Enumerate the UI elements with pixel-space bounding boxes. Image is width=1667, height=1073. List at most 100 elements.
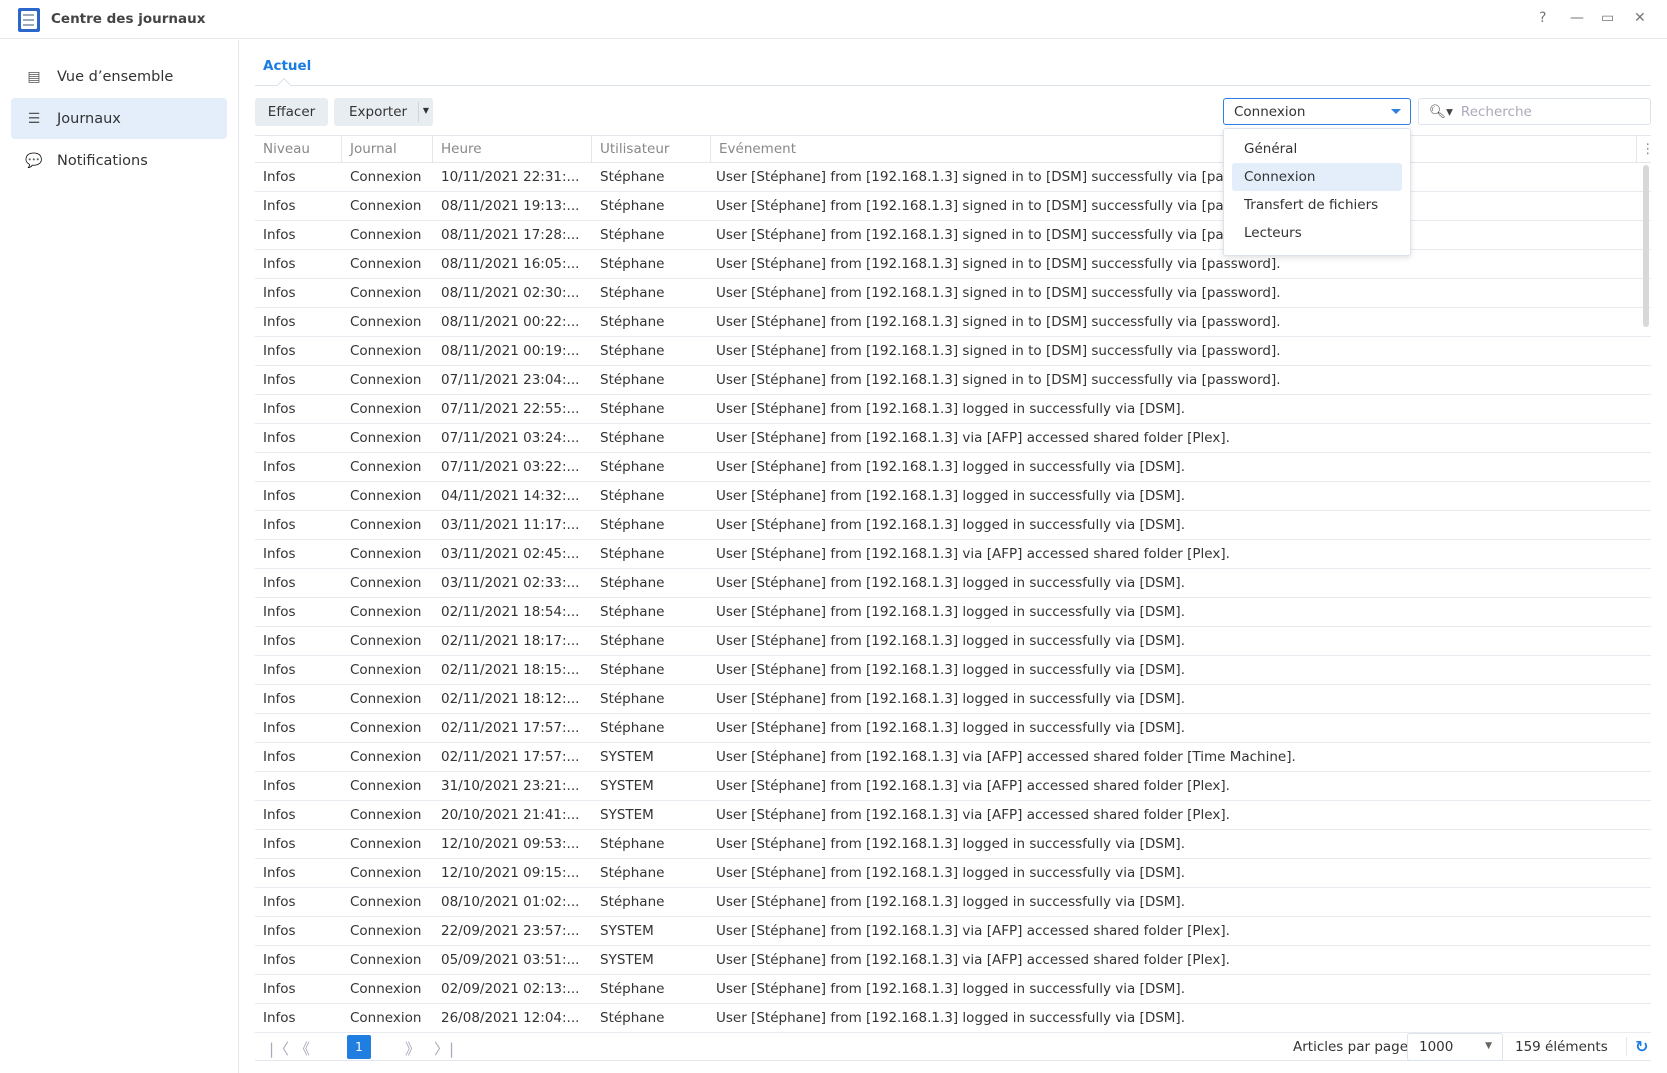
menu-item-drives[interactable]: Lecteurs bbox=[1232, 219, 1402, 247]
sidebar-item-notifications[interactable]: 💬 Notifications bbox=[11, 140, 227, 181]
table-row[interactable]: Infos Connexion 02/11/2021 17:57:... Stépha… bbox=[255, 714, 1651, 743]
table-row[interactable]: Infos Connexion 04/11/2021 14:32:... Stépha… bbox=[255, 482, 1651, 511]
next-page-icon[interactable]: 》 bbox=[405, 1038, 420, 1059]
cell-user: SYSTEM bbox=[600, 952, 654, 968]
cell-time: 02/11/2021 18:12:... bbox=[441, 691, 580, 707]
clear-button[interactable]: Effacer bbox=[255, 98, 328, 126]
sidebar-item-label: Notifications bbox=[57, 152, 148, 169]
sidebar-item-overview[interactable]: ▤ Vue d’ensemble bbox=[11, 56, 227, 97]
maximize-icon[interactable]: ▭ bbox=[1601, 10, 1614, 26]
pagination: |〈 《 1 》 〉| Articles par page 1000 ▼ 159 … bbox=[255, 1033, 1651, 1061]
title-bar: Centre des journaux ? — ▭ ✕ bbox=[0, 0, 1667, 39]
first-page-icon[interactable]: |〈 bbox=[269, 1038, 289, 1059]
column-header-log[interactable]: Journal bbox=[342, 136, 433, 162]
cell-event: User [Stéphane] from [192.168.1.3] logge… bbox=[716, 604, 1185, 620]
cell-log: Connexion bbox=[350, 604, 422, 620]
table-row[interactable]: Infos Connexion 02/09/2021 02:13:... Stépha… bbox=[255, 975, 1651, 1004]
cell-log: Connexion bbox=[350, 285, 422, 301]
table-row[interactable]: Infos Connexion 02/11/2021 18:12:... Stépha… bbox=[255, 685, 1651, 714]
table-row[interactable]: Infos Connexion 10/11/2021 22:31:... Stépha… bbox=[255, 163, 1651, 192]
cell-level: Infos bbox=[263, 401, 296, 417]
last-page-icon[interactable]: 〉| bbox=[434, 1038, 454, 1059]
cell-user: Stéphane bbox=[600, 662, 665, 678]
cell-log: Connexion bbox=[350, 488, 422, 504]
cell-time: 08/11/2021 00:19:... bbox=[441, 343, 580, 359]
cell-level: Infos bbox=[263, 604, 296, 620]
cell-time: 02/11/2021 17:57:... bbox=[441, 749, 580, 765]
table-row[interactable]: Infos Connexion 22/09/2021 23:57:... SYSTEM… bbox=[255, 917, 1651, 946]
page-1-button[interactable]: 1 bbox=[347, 1035, 371, 1059]
cell-time: 08/11/2021 17:28:... bbox=[441, 227, 580, 243]
cell-log: Connexion bbox=[350, 517, 422, 533]
export-dropdown-icon[interactable]: ▼ bbox=[418, 102, 433, 122]
table-row[interactable]: Infos Connexion 03/11/2021 02:33:... Stépha… bbox=[255, 569, 1651, 598]
column-header-user[interactable]: Utilisateur bbox=[592, 136, 711, 162]
cell-log: Connexion bbox=[350, 401, 422, 417]
cell-log: Connexion bbox=[350, 169, 422, 185]
previous-page-icon[interactable]: 《 bbox=[295, 1038, 310, 1059]
per-page-value: 1000 bbox=[1419, 1039, 1454, 1055]
menu-item-general[interactable]: Général bbox=[1232, 135, 1402, 163]
cell-time: 22/09/2021 23:57:... bbox=[441, 923, 580, 939]
table-row[interactable]: Infos Connexion 31/10/2021 23:21:... SYSTEM… bbox=[255, 772, 1651, 801]
table-row[interactable]: Infos Connexion 08/11/2021 00:19:... Stépha… bbox=[255, 337, 1651, 366]
cell-log: Connexion bbox=[350, 459, 422, 475]
search-field[interactable]: 🔍︎▾ Recherche bbox=[1418, 98, 1651, 125]
per-page-label: Articles par page bbox=[1293, 1039, 1409, 1055]
cell-event: User [Stéphane] from [192.168.1.3] logge… bbox=[716, 662, 1185, 678]
tab-divider bbox=[255, 85, 1651, 86]
cell-event: User [Stéphane] from [192.168.1.3] signe… bbox=[716, 256, 1281, 272]
table-row[interactable]: Infos Connexion 08/11/2021 02:30:... Stépha… bbox=[255, 279, 1651, 308]
search-icon[interactable]: 🔍︎▾ bbox=[1429, 104, 1453, 120]
table-row[interactable]: Infos Connexion 08/11/2021 17:28:... Stépha… bbox=[255, 221, 1651, 250]
help-icon[interactable]: ? bbox=[1539, 10, 1546, 26]
scrollbar[interactable] bbox=[1643, 165, 1649, 327]
chat-icon: 💬 bbox=[25, 152, 43, 169]
tab-current[interactable]: Actuel bbox=[263, 58, 311, 74]
cell-time: 02/11/2021 18:15:... bbox=[441, 662, 580, 678]
cell-event: User [Stéphane] from [192.168.1.3] logge… bbox=[716, 517, 1185, 533]
table-row[interactable]: Infos Connexion 08/11/2021 16:05:... Stépha… bbox=[255, 250, 1651, 279]
menu-item-file-transfer[interactable]: Transfert de fichiers bbox=[1232, 191, 1402, 219]
table-row[interactable]: Infos Connexion 07/11/2021 22:55:... Stépha… bbox=[255, 395, 1651, 424]
cell-time: 02/11/2021 18:17:... bbox=[441, 633, 580, 649]
column-header-time[interactable]: Heure bbox=[433, 136, 592, 162]
cell-level: Infos bbox=[263, 488, 296, 504]
table-row[interactable]: Infos Connexion 07/11/2021 03:24:... Stépha… bbox=[255, 424, 1651, 453]
sidebar-item-logs[interactable]: ☰ Journaux bbox=[11, 98, 227, 139]
column-menu-icon[interactable]: ⋮ bbox=[1637, 136, 1651, 162]
cell-event: User [Stéphane] from [192.168.1.3] logge… bbox=[716, 488, 1185, 504]
table-row[interactable]: Infos Connexion 12/10/2021 09:53:... Stépha… bbox=[255, 830, 1651, 859]
column-header-event[interactable]: Evénement bbox=[711, 136, 1637, 162]
table-row[interactable]: Infos Connexion 12/10/2021 09:15:... Stépha… bbox=[255, 859, 1651, 888]
cell-user: Stéphane bbox=[600, 517, 665, 533]
table-row[interactable]: Infos Connexion 07/11/2021 23:04:... Stépha… bbox=[255, 366, 1651, 395]
table-row[interactable]: Infos Connexion 08/10/2021 01:02:... Stépha… bbox=[255, 888, 1651, 917]
export-button[interactable]: Exporter ▼ bbox=[334, 98, 433, 126]
cell-event: User [Stéphane] from [192.168.1.3] signe… bbox=[716, 198, 1281, 214]
cell-user: Stéphane bbox=[600, 633, 665, 649]
table-row[interactable]: Infos Connexion 02/11/2021 17:57:... SYSTEM… bbox=[255, 743, 1651, 772]
cell-level: Infos bbox=[263, 981, 296, 997]
table-row[interactable]: Infos Connexion 20/10/2021 21:41:... SYSTEM… bbox=[255, 801, 1651, 830]
cell-user: Stéphane bbox=[600, 401, 665, 417]
log-type-select[interactable]: Connexion bbox=[1223, 98, 1411, 125]
table-row[interactable]: Infos Connexion 07/11/2021 03:22:... Stépha… bbox=[255, 453, 1651, 482]
table-row[interactable]: Infos Connexion 03/11/2021 11:17:... Stépha… bbox=[255, 511, 1651, 540]
column-header-level[interactable]: Niveau bbox=[255, 136, 342, 162]
menu-item-connexion[interactable]: Connexion bbox=[1232, 163, 1402, 191]
cell-level: Infos bbox=[263, 227, 296, 243]
per-page-select[interactable]: 1000 ▼ bbox=[1407, 1033, 1503, 1061]
refresh-icon[interactable]: ↻ bbox=[1626, 1037, 1648, 1056]
table-row[interactable]: Infos Connexion 05/09/2021 03:51:... SYSTEM… bbox=[255, 946, 1651, 975]
table-row[interactable]: Infos Connexion 08/11/2021 00:22:... Stépha… bbox=[255, 308, 1651, 337]
table-row[interactable]: Infos Connexion 02/11/2021 18:15:... Stépha… bbox=[255, 656, 1651, 685]
table-row[interactable]: Infos Connexion 03/11/2021 02:45:... Stépha… bbox=[255, 540, 1651, 569]
table-row[interactable]: Infos Connexion 02/11/2021 18:17:... Stépha… bbox=[255, 627, 1651, 656]
minimize-icon[interactable]: — bbox=[1570, 10, 1584, 26]
table-row[interactable]: Infos Connexion 02/11/2021 18:54:... Stépha… bbox=[255, 598, 1651, 627]
table-row[interactable]: Infos Connexion 08/11/2021 19:13:... Stépha… bbox=[255, 192, 1651, 221]
table-row[interactable]: Infos Connexion 26/08/2021 12:04:... Stépha… bbox=[255, 1004, 1651, 1033]
close-icon[interactable]: ✕ bbox=[1634, 10, 1646, 26]
cell-log: Connexion bbox=[350, 981, 422, 997]
